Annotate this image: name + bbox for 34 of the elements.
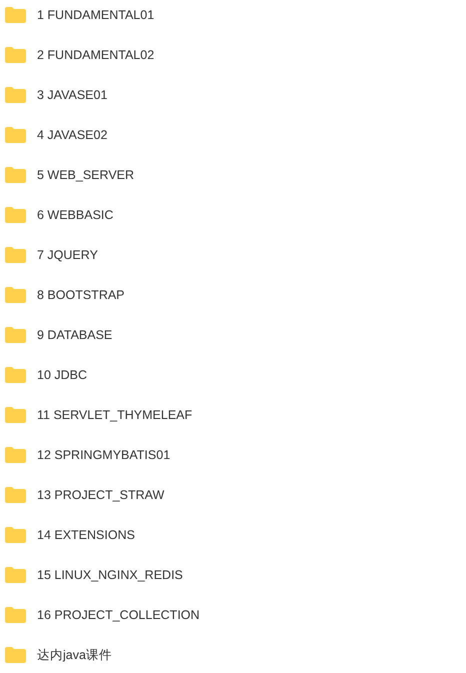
folder-icon [5,527,26,543]
folder-name[interactable]: 14 EXTENSIONS [37,527,135,543]
folder-name[interactable]: 15 LINUX_NGINX_REDIS [37,567,183,583]
folder-icon [5,647,26,663]
folder-name[interactable]: 9 DATABASE [37,327,112,343]
folder-name[interactable]: 7 JQUERY [37,247,98,263]
folder-name[interactable]: 2 FUNDAMENTAL02 [37,47,154,63]
folder-name[interactable]: 16 PROJECT_COLLECTION [37,607,200,623]
folder-name[interactable]: 5 WEB_SERVER [37,167,134,183]
folder-icon [5,87,26,103]
folder-icon [5,207,26,223]
folder-name[interactable]: 达内java课件 [37,647,112,663]
folder-icon [5,47,26,63]
folder-name[interactable]: 1 FUNDAMENTAL01 [37,7,154,23]
folder-icon [5,607,26,623]
folder-icon [5,287,26,303]
folder-name[interactable]: 4 JAVASE02 [37,127,108,143]
folder-name[interactable]: 3 JAVASE01 [37,87,108,103]
folder-name[interactable]: 8 BOOTSTRAP [37,287,125,303]
folder-icon [5,447,26,463]
folder-name[interactable]: 11 SERVLET_THYMELEAF [37,407,192,423]
folder-icon [5,567,26,583]
folder-name[interactable]: 12 SPRINGMYBATIS01 [37,447,170,463]
folder-icon [5,367,26,383]
folder-icon [5,407,26,423]
folder-icon [5,247,26,263]
folder-icon [5,127,26,143]
folder-icon [5,487,26,503]
folder-icon [5,327,26,343]
folder-name[interactable]: 10 JDBC [37,367,88,383]
folder-name[interactable]: 13 PROJECT_STRAW [37,487,164,503]
folder-name[interactable]: 6 WEBBASIC [37,207,114,223]
folder-icon [5,167,26,183]
folder-icon [5,7,26,23]
